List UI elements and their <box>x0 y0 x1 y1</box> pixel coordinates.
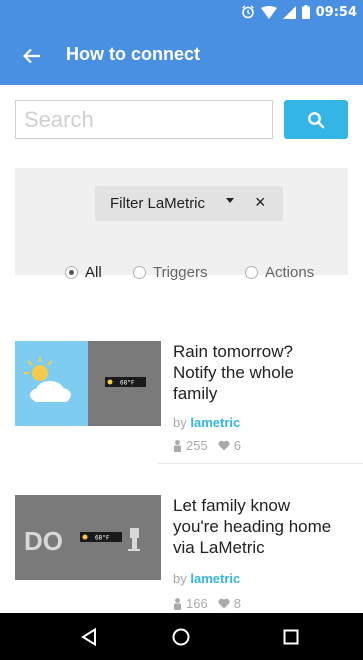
favorites-count: 6 <box>233 438 241 453</box>
recipe-stats: 255 6 <box>173 438 241 453</box>
lametric-device-icon: 68°F <box>80 532 122 542</box>
lametric-device-icon: 68°F <box>105 377 146 387</box>
radio-button <box>133 265 146 279</box>
search-input[interactable] <box>15 100 273 139</box>
heart-icon <box>218 440 230 451</box>
close-icon[interactable]: × <box>255 192 266 213</box>
back-triangle-icon <box>81 628 96 646</box>
search-button[interactable] <box>284 100 348 139</box>
divider <box>158 463 363 464</box>
users-count: 255 <box>186 438 208 453</box>
heart-icon <box>218 598 230 609</box>
radio-label: All <box>85 263 102 281</box>
radio-button <box>245 265 258 279</box>
radio-label: Triggers <box>153 263 208 281</box>
do-badge: DO <box>24 526 63 556</box>
alarm-icon <box>241 5 254 19</box>
user-icon <box>174 439 181 452</box>
filter-options: All Triggers Actions <box>15 262 348 282</box>
recipe-title: Rain tomorrow? Notify the whole family <box>173 342 294 403</box>
wifi-icon <box>260 5 277 19</box>
battery-icon <box>301 5 310 19</box>
status-time: 09:54 <box>315 4 357 20</box>
status-bar: 09:54 <box>0 0 363 24</box>
nav-back-button[interactable] <box>76 624 102 650</box>
recipe-thumbnail: DO 68°F <box>15 495 161 580</box>
device-temperature: 68°F <box>95 535 110 542</box>
device-temperature: 68°F <box>120 380 135 387</box>
recipe-author: by lametric <box>173 415 241 430</box>
user-icon <box>174 597 181 610</box>
recipe-title: Let family know you're heading home via … <box>173 496 332 557</box>
radio-label: Actions <box>265 263 315 281</box>
author-link[interactable]: lametric <box>190 415 240 430</box>
filter-label: Filter LaMetric <box>110 195 206 212</box>
cellular-signal-icon <box>282 5 296 19</box>
recents-square-icon <box>283 629 299 645</box>
radio-button <box>65 265 78 279</box>
nav-home-button[interactable] <box>168 624 194 650</box>
navigation-bar <box>0 613 363 660</box>
recipe-card[interactable]: 68°F Rain tomorrow? Notify the whole fam… <box>15 341 348 481</box>
search-row <box>0 85 363 145</box>
users-count: 166 <box>186 596 208 611</box>
recipe-author: by lametric <box>173 571 241 586</box>
home-circle-icon <box>172 628 190 646</box>
search-icon <box>308 111 325 128</box>
chevron-down-icon <box>226 198 234 203</box>
arrow-left-icon <box>23 48 40 64</box>
favorites-count: 8 <box>233 596 241 611</box>
radio-actions[interactable]: Actions <box>245 262 314 282</box>
back-button[interactable] <box>18 42 46 70</box>
page-title: How to connect <box>66 44 200 64</box>
radio-all[interactable]: All <box>65 262 102 282</box>
app-bar: How to connect <box>0 24 363 85</box>
author-link[interactable]: lametric <box>190 571 240 586</box>
filter-panel: Filter LaMetric × All Triggers Actions <box>15 168 348 281</box>
recipe-stats: 166 8 <box>173 596 241 611</box>
radio-triggers[interactable]: Triggers <box>133 262 207 282</box>
recipe-thumbnail: 68°F <box>15 341 161 426</box>
status-icons: 09:54 <box>241 4 357 20</box>
nav-recents-button[interactable] <box>278 624 304 650</box>
filter-chip[interactable]: Filter LaMetric × <box>95 186 283 221</box>
